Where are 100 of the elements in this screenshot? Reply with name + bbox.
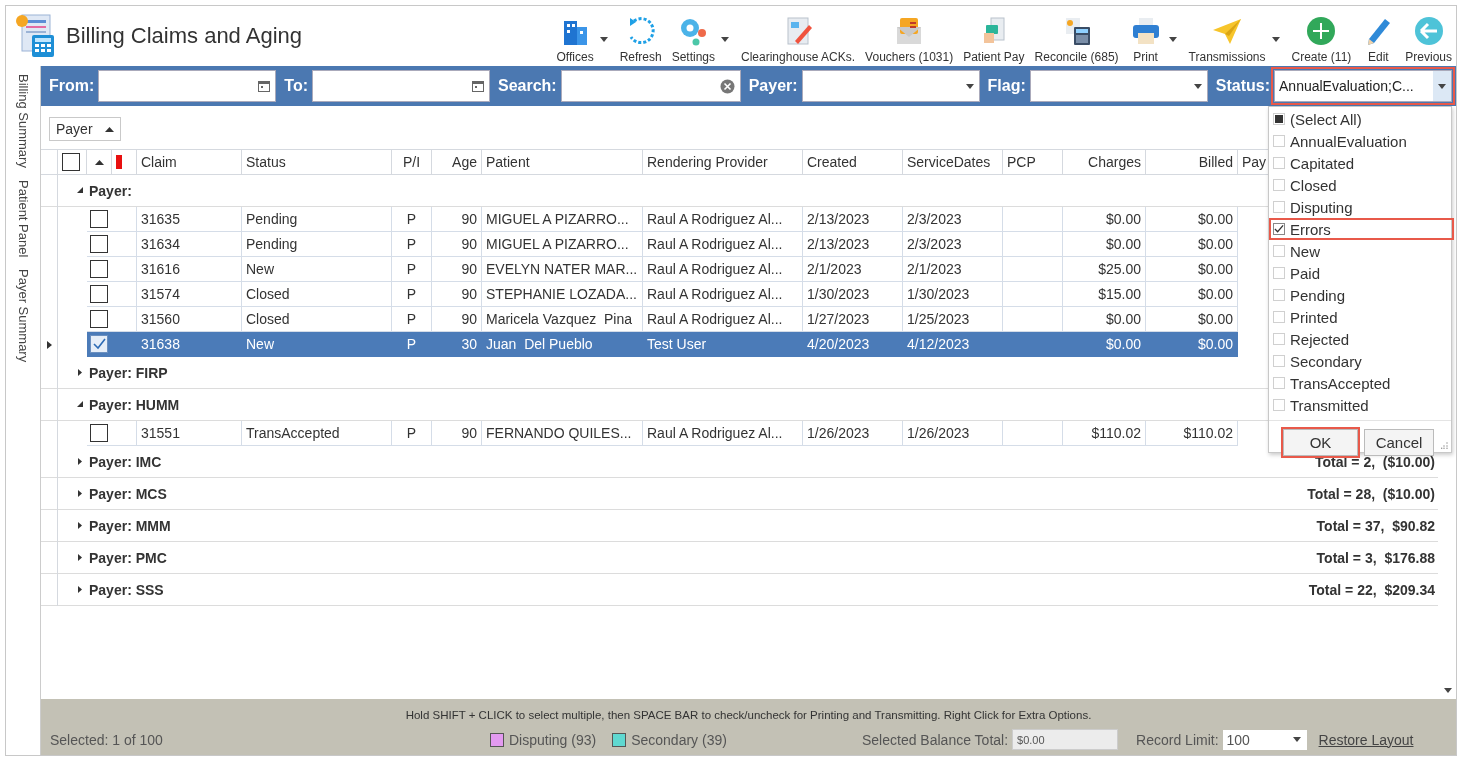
table-cell: $0.00 [1146,257,1238,282]
checkbox[interactable] [90,260,108,278]
caret-icon[interactable] [1168,37,1177,42]
checkbox[interactable] [90,310,108,328]
column-header[interactable]: ServiceDates [903,150,1003,174]
column-header[interactable]: Claim [137,150,242,174]
column-header[interactable]: Charges [1063,150,1146,174]
table-cell [1003,232,1063,257]
side-tab[interactable]: Payer Summary [15,269,31,363]
column-header[interactable]: Patient [482,150,643,174]
caret-icon[interactable] [599,37,608,42]
toolbar-button[interactable]: Previous [1401,15,1456,64]
expand-icon[interactable] [77,554,84,561]
dropdown-item[interactable]: New [1269,240,1451,262]
dropdown-item[interactable]: TransAccepted [1269,372,1451,394]
search-field[interactable] [560,70,741,102]
dialog-button[interactable]: Cancel [1364,429,1434,456]
dropdown-item[interactable]: AnnualEvaluation [1269,130,1451,152]
resize-grip-icon[interactable] [1441,442,1448,449]
group-label: Payer: HUMM [89,396,180,413]
caret-icon[interactable] [1271,37,1280,42]
expand-icon[interactable] [77,586,84,593]
toolbar-button[interactable]: Create (11) [1287,15,1356,64]
checkbox[interactable] [90,335,108,353]
record-limit-combo[interactable]: 100 [1222,729,1307,750]
checkbox[interactable] [90,210,108,228]
partial-check-icon [1275,115,1283,123]
group-by-chip[interactable]: Payer [49,117,121,141]
table-cell: $110.02 [1063,421,1146,446]
column-header[interactable]: Created [803,150,903,174]
dropdown-item[interactable]: Pending [1269,284,1451,306]
date-field[interactable] [312,70,490,102]
expand-icon[interactable] [77,522,84,529]
column-header[interactable]: Age [432,150,482,174]
checkbox[interactable] [90,235,108,253]
collapse-icon[interactable] [77,187,84,194]
toolbar-button[interactable]: Clearinghouse ACKs. [737,15,860,64]
calendar-icon [258,80,271,92]
caret-icon [1292,737,1301,742]
table-cell: Raul A Rodriguez Al... [643,421,803,446]
group-label: Payer: IMC [89,453,162,470]
balance-label: Selected Balance Total: [862,731,1009,748]
column-header[interactable]: P/I [392,150,432,174]
expand-icon[interactable] [77,458,84,465]
checkbox[interactable] [62,153,80,171]
group-label: Payer: PMC [89,549,167,566]
group-label: Payer: FIRP [89,364,168,381]
table-cell: 2/13/2023 [803,232,903,257]
toolbar-button[interactable]: Settings [667,15,720,64]
dropdown-item[interactable]: Errors [1269,218,1454,240]
record-limit-label: Record Limit: [1136,731,1219,748]
caret-icon[interactable] [721,37,730,42]
toolbar-button[interactable]: Vouchers (1031) [861,15,958,64]
side-tab[interactable]: Billing Summary [15,74,31,168]
column-header[interactable]: Rendering Provider [643,150,803,174]
current-row-icon [46,340,52,349]
dropdown-item[interactable]: Transmitted [1269,394,1451,416]
table-cell: 1/26/2023 [803,421,903,446]
dropdown-item[interactable]: Paid [1269,262,1451,284]
column-header[interactable]: Billed [1146,150,1238,174]
toolbar-button[interactable]: Reconcile (685) [1030,15,1123,64]
checkbox[interactable] [90,285,108,303]
collapse-icon[interactable] [77,401,84,408]
table-cell: P [392,421,432,446]
expand-icon[interactable] [77,490,84,497]
column-header[interactable]: Pay [1238,150,1267,174]
toolbar-button[interactable]: Print [1124,15,1167,64]
dropdown-item[interactable]: Closed [1269,174,1451,196]
dropdown-item[interactable]: Rejected [1269,328,1451,350]
clear-icon[interactable] [719,78,735,94]
toolbar-button[interactable]: Patient Pay [959,15,1029,64]
restore-layout-link[interactable]: Restore Layout [1318,731,1414,748]
table-cell: 2/13/2023 [803,207,903,232]
sort-ascending-icon[interactable] [94,159,104,165]
checkbox[interactable] [90,424,108,442]
date-field[interactable] [98,70,277,102]
dropdown-item[interactable]: Capitated [1269,152,1451,174]
table-cell: P [392,232,432,257]
column-header[interactable]: PCP [1003,150,1063,174]
column-header[interactable]: Status [242,150,392,174]
toolbar-button[interactable]: Refresh [615,15,666,64]
table-cell: TransAccepted [242,421,392,446]
toolbar-button[interactable]: Transmissions [1184,15,1270,64]
dropdown-item[interactable]: Disputing [1269,196,1451,218]
table-cell: 31574 [137,282,242,307]
table-cell: P [392,207,432,232]
toolbar-button[interactable]: Edit [1357,15,1400,64]
scroll-down-icon[interactable] [1444,687,1452,693]
table-cell: 2/1/2023 [803,257,903,282]
side-tab[interactable]: Patient Panel [15,179,31,258]
table-cell: Raul A Rodriguez Al... [643,257,803,282]
dropdown-item[interactable]: Secondary [1269,350,1451,372]
expand-icon[interactable] [77,369,84,376]
table-cell: $0.00 [1146,232,1238,257]
toolbar-button[interactable]: Offices [552,15,598,64]
filter-label: To: [284,77,308,95]
dropdown-item[interactable]: (Select All) [1269,108,1451,130]
dialog-button[interactable]: OK [1283,429,1358,456]
combo-box[interactable]: AnnualEvaluation;C... [1274,70,1452,102]
dropdown-item[interactable]: Printed [1269,306,1451,328]
